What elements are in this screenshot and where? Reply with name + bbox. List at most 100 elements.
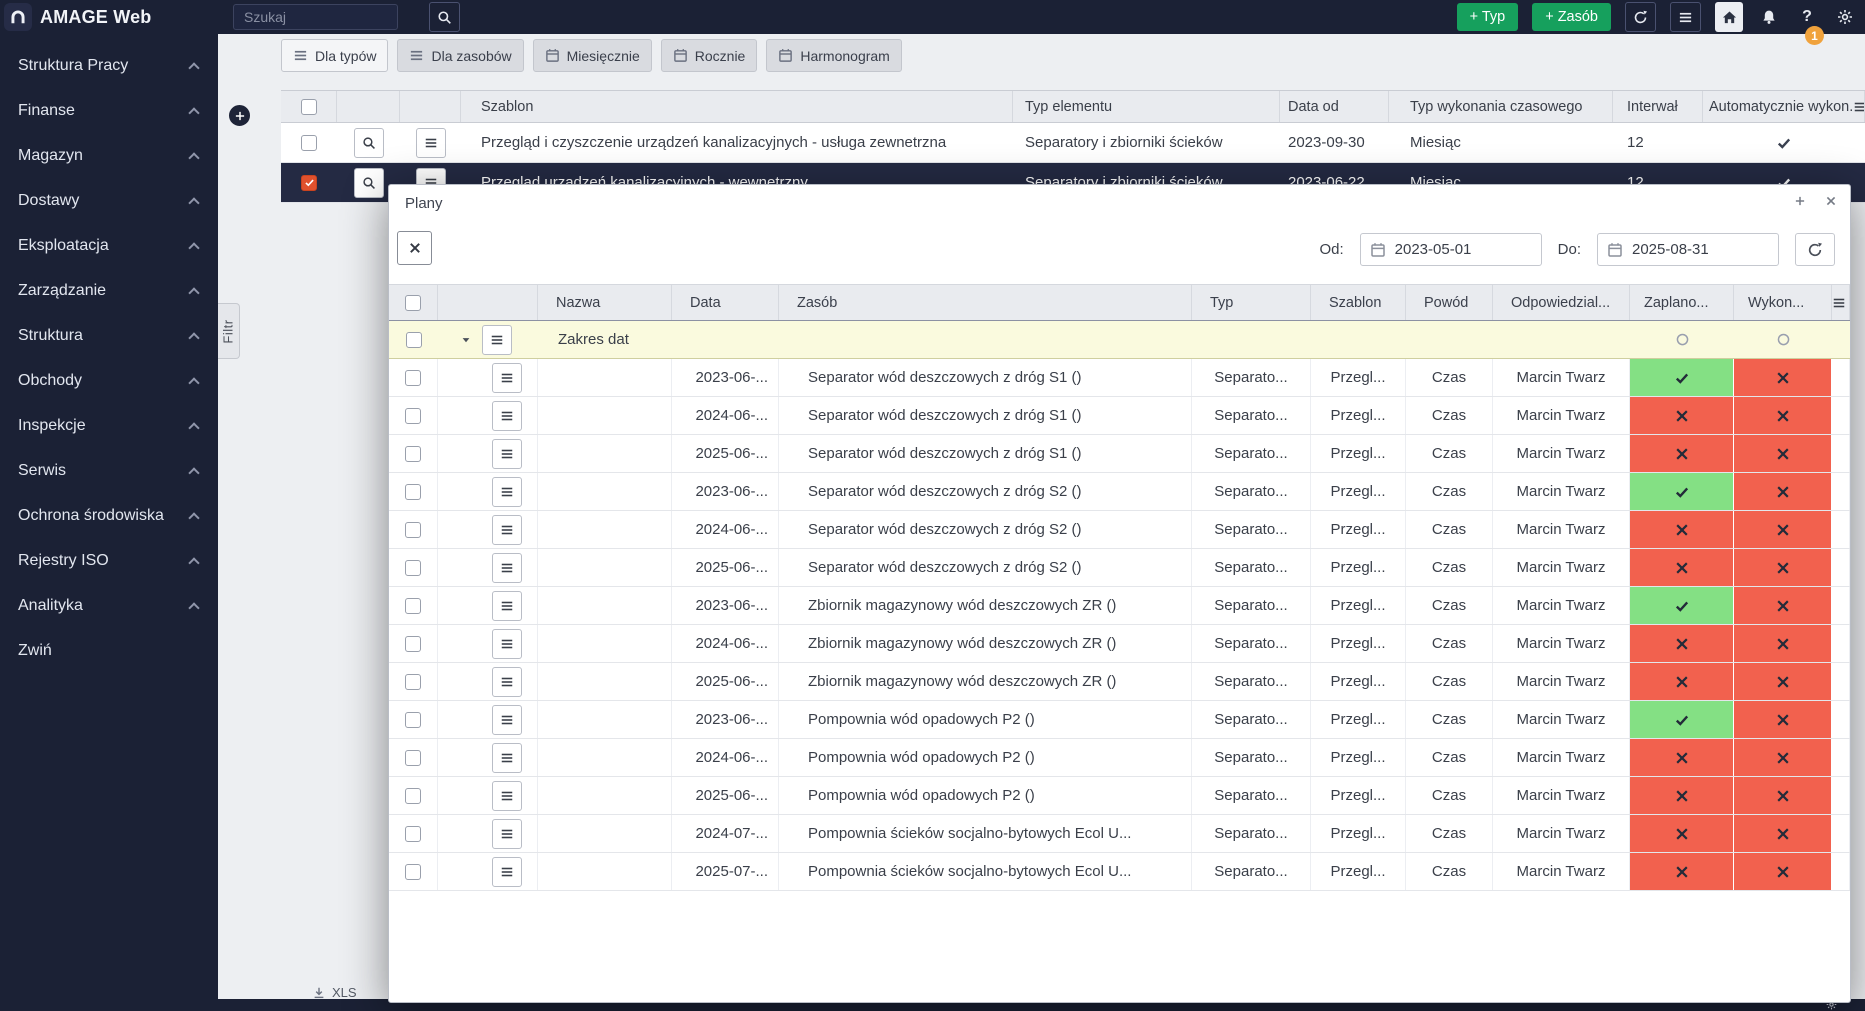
search-button[interactable] bbox=[429, 2, 460, 32]
row-preview-button[interactable] bbox=[354, 128, 384, 158]
plan-row-menu-button[interactable] bbox=[492, 553, 522, 583]
plan-row-checkbox[interactable] bbox=[405, 750, 421, 766]
plan-row[interactable]: 2025-06-... Pompownia wód opadowych P2 (… bbox=[389, 777, 1850, 815]
quick-add-button[interactable] bbox=[227, 103, 252, 128]
plan-row-checkbox[interactable] bbox=[405, 370, 421, 386]
plan-row[interactable]: 2023-06-... Pompownia wód opadowych P2 (… bbox=[389, 701, 1850, 739]
tab-harmonogram[interactable]: Harmonogram bbox=[766, 39, 901, 72]
plan-row[interactable]: 2024-06-... Separator wód deszczowych z … bbox=[389, 397, 1850, 435]
plan-row-menu-button[interactable] bbox=[492, 591, 522, 621]
sidebar-item[interactable]: Ochrona środowiska bbox=[0, 493, 218, 538]
caret-down-icon[interactable] bbox=[460, 334, 472, 346]
maximize-icon[interactable] bbox=[1794, 195, 1806, 207]
row-checkbox-checked[interactable] bbox=[301, 175, 317, 191]
plan-row[interactable]: 2025-06-... Separator wód deszczowych z … bbox=[389, 435, 1850, 473]
column-header-powod[interactable]: Powód bbox=[1406, 285, 1493, 320]
plan-row[interactable]: 2024-06-... Zbiornik magazynowy wód desz… bbox=[389, 625, 1850, 663]
row-checkbox[interactable] bbox=[301, 135, 317, 151]
sidebar-item[interactable]: Magazyn bbox=[0, 133, 218, 178]
plan-row[interactable]: 2023-06-... Zbiornik magazynowy wód desz… bbox=[389, 587, 1850, 625]
column-header-wykonano[interactable]: Wykon... bbox=[1734, 285, 1832, 320]
group-checkbox[interactable] bbox=[406, 332, 422, 348]
column-header-typ-wykonania[interactable]: Typ wykonania czasowego bbox=[1389, 91, 1613, 122]
column-header-data[interactable]: Data bbox=[672, 285, 779, 320]
sidebar-item[interactable]: Dostawy bbox=[0, 178, 218, 223]
sidebar-item[interactable]: Analityka bbox=[0, 583, 218, 628]
notifications-button[interactable] bbox=[1757, 2, 1781, 32]
plan-row-checkbox[interactable] bbox=[405, 864, 421, 880]
plan-row-menu-button[interactable] bbox=[492, 743, 522, 773]
row-preview-button[interactable] bbox=[354, 168, 384, 198]
plan-row-checkbox[interactable] bbox=[405, 522, 421, 538]
plan-row-menu-button[interactable] bbox=[492, 781, 522, 811]
export-xls-button[interactable]: XLS bbox=[312, 985, 357, 999]
plan-row-menu-button[interactable] bbox=[492, 667, 522, 697]
column-config-icon[interactable] bbox=[1832, 296, 1846, 310]
group-menu-button[interactable] bbox=[482, 325, 512, 355]
home-button[interactable] bbox=[1715, 2, 1743, 32]
plan-row-checkbox[interactable] bbox=[405, 560, 421, 576]
refresh-button[interactable] bbox=[1625, 2, 1656, 32]
plan-row-checkbox[interactable] bbox=[405, 484, 421, 500]
tab-dla-typow[interactable]: Dla typów bbox=[281, 39, 388, 72]
settings-button[interactable] bbox=[1833, 2, 1857, 32]
column-header-nazwa[interactable]: Nazwa bbox=[538, 285, 672, 320]
table-row[interactable]: Przegląd i czyszczenie urządzeń kanaliza… bbox=[281, 123, 1865, 163]
plan-row-menu-button[interactable] bbox=[492, 401, 522, 431]
sidebar-item[interactable]: Struktura bbox=[0, 313, 218, 358]
sidebar-collapse-button[interactable]: Zwiń bbox=[0, 628, 218, 673]
column-header-szablon[interactable]: Szablon bbox=[1311, 285, 1406, 320]
close-icon[interactable] bbox=[1825, 195, 1837, 207]
add-resource-button[interactable]: + Zasób bbox=[1532, 3, 1611, 31]
plan-row-checkbox[interactable] bbox=[405, 826, 421, 842]
plan-row[interactable]: 2025-06-... Separator wód deszczowych z … bbox=[389, 549, 1850, 587]
plan-row-checkbox[interactable] bbox=[405, 598, 421, 614]
date-to-input[interactable]: 2025-08-31 bbox=[1597, 233, 1779, 266]
column-config-icon[interactable] bbox=[1853, 100, 1865, 114]
plan-row[interactable]: 2025-06-... Zbiornik magazynowy wód desz… bbox=[389, 663, 1850, 701]
search-input[interactable] bbox=[233, 4, 398, 30]
column-header-typ-elementu[interactable]: Typ elementu bbox=[1013, 91, 1280, 122]
plan-row-checkbox[interactable] bbox=[405, 408, 421, 424]
plan-row-checkbox[interactable] bbox=[405, 788, 421, 804]
column-header-zaplanowano[interactable]: Zaplano... bbox=[1630, 285, 1734, 320]
column-header-data-od[interactable]: Data od bbox=[1280, 91, 1389, 122]
plan-row-menu-button[interactable] bbox=[492, 857, 522, 887]
plan-row-checkbox[interactable] bbox=[405, 636, 421, 652]
plan-row[interactable]: 2024-06-... Pompownia wód opadowych P2 (… bbox=[389, 739, 1850, 777]
plan-row[interactable]: 2023-06-... Separator wód deszczowych z … bbox=[389, 473, 1850, 511]
main-menu-button[interactable] bbox=[1670, 2, 1701, 32]
plan-row[interactable]: 2025-07-... Pompownia ścieków socjalno-b… bbox=[389, 853, 1850, 891]
plan-row-menu-button[interactable] bbox=[492, 705, 522, 735]
modal-close-button[interactable] bbox=[397, 231, 432, 265]
plan-row-menu-button[interactable] bbox=[492, 819, 522, 849]
column-header-typ[interactable]: Typ bbox=[1192, 285, 1311, 320]
plan-row-menu-button[interactable] bbox=[492, 477, 522, 507]
column-header-zasob[interactable]: Zasób bbox=[779, 285, 1192, 320]
modal-refresh-button[interactable] bbox=[1795, 233, 1835, 266]
add-type-button[interactable]: + Typ bbox=[1457, 3, 1519, 31]
sidebar-item[interactable]: Zarządzanie bbox=[0, 268, 218, 313]
plan-row-checkbox[interactable] bbox=[405, 446, 421, 462]
date-from-input[interactable]: 2023-05-01 bbox=[1360, 233, 1542, 266]
sidebar-item[interactable]: Struktura Pracy bbox=[0, 43, 218, 88]
sidebar-item[interactable]: Finanse bbox=[0, 88, 218, 133]
column-header-auto[interactable]: Automatycznie wykon. bbox=[1703, 91, 1865, 122]
tab-rocznie[interactable]: Rocznie bbox=[661, 39, 758, 72]
tab-dla-zasobow[interactable]: Dla zasobów bbox=[397, 39, 523, 72]
plan-row-menu-button[interactable] bbox=[492, 363, 522, 393]
sidebar-item[interactable]: Rejestry ISO bbox=[0, 538, 218, 583]
column-header-interwal[interactable]: Interwał bbox=[1613, 91, 1703, 122]
tab-miesiecznie[interactable]: Miesięcznie bbox=[533, 39, 652, 72]
filter-tab[interactable]: Filtr bbox=[218, 303, 240, 359]
select-all-checkbox[interactable] bbox=[301, 99, 317, 115]
select-all-checkbox[interactable] bbox=[405, 295, 421, 311]
plan-row-menu-button[interactable] bbox=[492, 629, 522, 659]
plan-row[interactable]: 2024-06-... Separator wód deszczowych z … bbox=[389, 511, 1850, 549]
plan-row-menu-button[interactable] bbox=[492, 515, 522, 545]
sidebar-item[interactable]: Serwis bbox=[0, 448, 218, 493]
column-header-szablon[interactable]: Szablon bbox=[461, 91, 1013, 122]
plan-row-checkbox[interactable] bbox=[405, 674, 421, 690]
sidebar-item[interactable]: Inspekcje bbox=[0, 403, 218, 448]
sidebar-item[interactable]: Eksploatacja bbox=[0, 223, 218, 268]
